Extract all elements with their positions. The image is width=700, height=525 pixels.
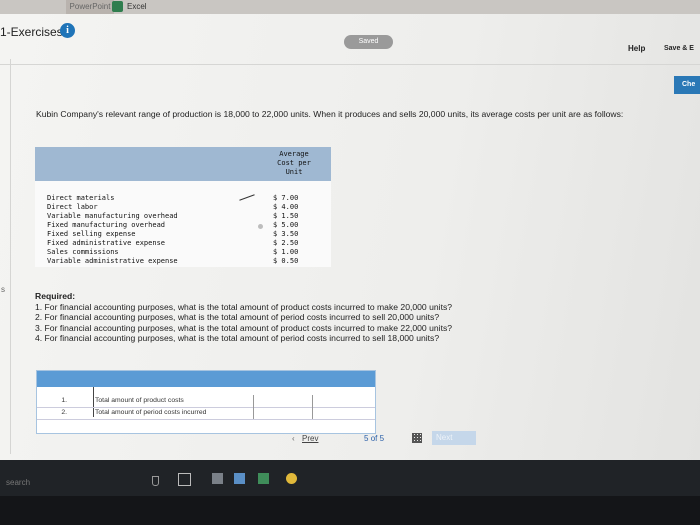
table-row: Fixed selling expense $ 3.50 bbox=[35, 230, 331, 238]
table-row: Fixed manufacturing overhead $ 5.00 bbox=[35, 221, 331, 229]
table-row: Direct materials $ 7.00 bbox=[35, 194, 331, 202]
assignment-screen: 1-Exercises i Saved Help Save & E Che s … bbox=[0, 14, 700, 460]
required-item: 2. For financial accounting purposes, wh… bbox=[35, 312, 440, 322]
check-my-work-button[interactable]: Che bbox=[674, 76, 700, 94]
save-exit-button[interactable]: Save & E bbox=[664, 45, 694, 52]
answer-table-header bbox=[37, 371, 375, 387]
row-label: Fixed manufacturing overhead bbox=[47, 221, 166, 229]
chevron-left-icon[interactable]: ‹ bbox=[292, 434, 295, 443]
row-label: Fixed administrative expense bbox=[47, 239, 166, 247]
row-value: $ 5.00 bbox=[273, 221, 299, 229]
required-item: 4. For financial accounting purposes, wh… bbox=[35, 333, 440, 343]
cost-table: Average Cost per Unit Direct materials $ … bbox=[35, 147, 331, 267]
header-line-3: Unit bbox=[285, 168, 303, 176]
table-row: Variable manufacturing overhead $ 1.50 bbox=[35, 212, 331, 220]
problem-intro: Kubin Company's relevant range of produc… bbox=[36, 109, 624, 119]
header-line-2: Cost per bbox=[277, 159, 311, 167]
answer-number: 1. bbox=[61, 397, 67, 404]
saved-badge: Saved bbox=[344, 35, 393, 49]
excel-tab[interactable]: Excel bbox=[127, 0, 147, 14]
row-label: Direct labor bbox=[47, 203, 98, 211]
task-view-icon[interactable] bbox=[178, 473, 191, 486]
assignment-title: 1-Exercises bbox=[0, 25, 63, 39]
store-icon[interactable] bbox=[234, 473, 245, 484]
row-label: Variable administrative expense bbox=[47, 257, 178, 265]
answer-input-1[interactable] bbox=[253, 395, 313, 407]
header-line-1: Average bbox=[279, 150, 309, 158]
table-row: Variable administrative expense $ 0.50 bbox=[35, 257, 331, 265]
answer-number: 2. bbox=[61, 409, 67, 416]
app-icon[interactable] bbox=[212, 473, 223, 484]
row-label: Sales commissions bbox=[47, 248, 119, 256]
side-label: s bbox=[1, 285, 5, 294]
prev-button[interactable]: Prev bbox=[302, 434, 318, 443]
answer-input-2[interactable] bbox=[253, 407, 313, 419]
left-panel-edge: s bbox=[0, 59, 11, 454]
row-value: $ 1.50 bbox=[273, 212, 299, 220]
required-section: Required: 1. For financial accounting pu… bbox=[35, 291, 635, 344]
answer-row: 2. Total amount of period costs incurred bbox=[37, 407, 375, 420]
row-value: $ 0.50 bbox=[273, 257, 299, 265]
excel-icon bbox=[112, 1, 123, 12]
taskbar: search bbox=[0, 460, 700, 496]
answer-unit-cell-1 bbox=[313, 395, 373, 407]
row-value: $ 2.50 bbox=[273, 239, 299, 247]
page-indicator[interactable]: 5 of 5 bbox=[364, 434, 384, 443]
answer-label: Total amount of period costs incurred bbox=[95, 409, 207, 416]
row-label: Fixed selling expense bbox=[47, 230, 136, 238]
help-button[interactable]: Help bbox=[628, 44, 645, 53]
table-row: Direct labor $ 4.00 bbox=[35, 203, 331, 211]
excel-taskbar-icon[interactable] bbox=[258, 473, 269, 484]
table-row: Fixed administrative expense $ 2.50 bbox=[35, 239, 331, 247]
chrome-icon[interactable] bbox=[286, 473, 297, 484]
row-value: $ 4.00 bbox=[273, 203, 299, 211]
next-button[interactable]: Next bbox=[432, 431, 476, 445]
row-value: $ 7.00 bbox=[273, 194, 299, 202]
row-label: Direct materials bbox=[47, 194, 115, 202]
required-heading: Required: bbox=[35, 291, 76, 301]
assignment-header: 1-Exercises i Saved Help Save & E bbox=[0, 14, 700, 65]
taskbar-search[interactable]: search bbox=[6, 478, 30, 487]
row-label: Variable manufacturing overhead bbox=[47, 212, 178, 220]
row-value: $ 3.50 bbox=[273, 230, 299, 238]
required-item: 3. For financial accounting purposes, wh… bbox=[35, 322, 453, 333]
answer-label: Total amount of product costs bbox=[95, 397, 184, 404]
cursor-dot-icon bbox=[258, 224, 263, 229]
cost-table-header: Average Cost per Unit bbox=[35, 147, 331, 181]
laptop-bezel bbox=[0, 496, 700, 525]
answer-table: 1. Total amount of product costs 2. Tota… bbox=[36, 370, 376, 434]
grid-icon[interactable] bbox=[412, 433, 422, 443]
answer-unit-cell-2 bbox=[313, 407, 373, 419]
row-value: $ 1.00 bbox=[273, 248, 299, 256]
required-item: 1. For financial accounting purposes, wh… bbox=[35, 301, 453, 312]
microphone-icon[interactable] bbox=[152, 476, 159, 486]
powerpoint-tab[interactable]: PowerPoint bbox=[66, 0, 114, 14]
info-icon[interactable]: i bbox=[60, 23, 75, 38]
os-top-bar: PowerPoint Excel bbox=[0, 0, 700, 14]
table-row: Sales commissions $ 1.00 bbox=[35, 248, 331, 256]
